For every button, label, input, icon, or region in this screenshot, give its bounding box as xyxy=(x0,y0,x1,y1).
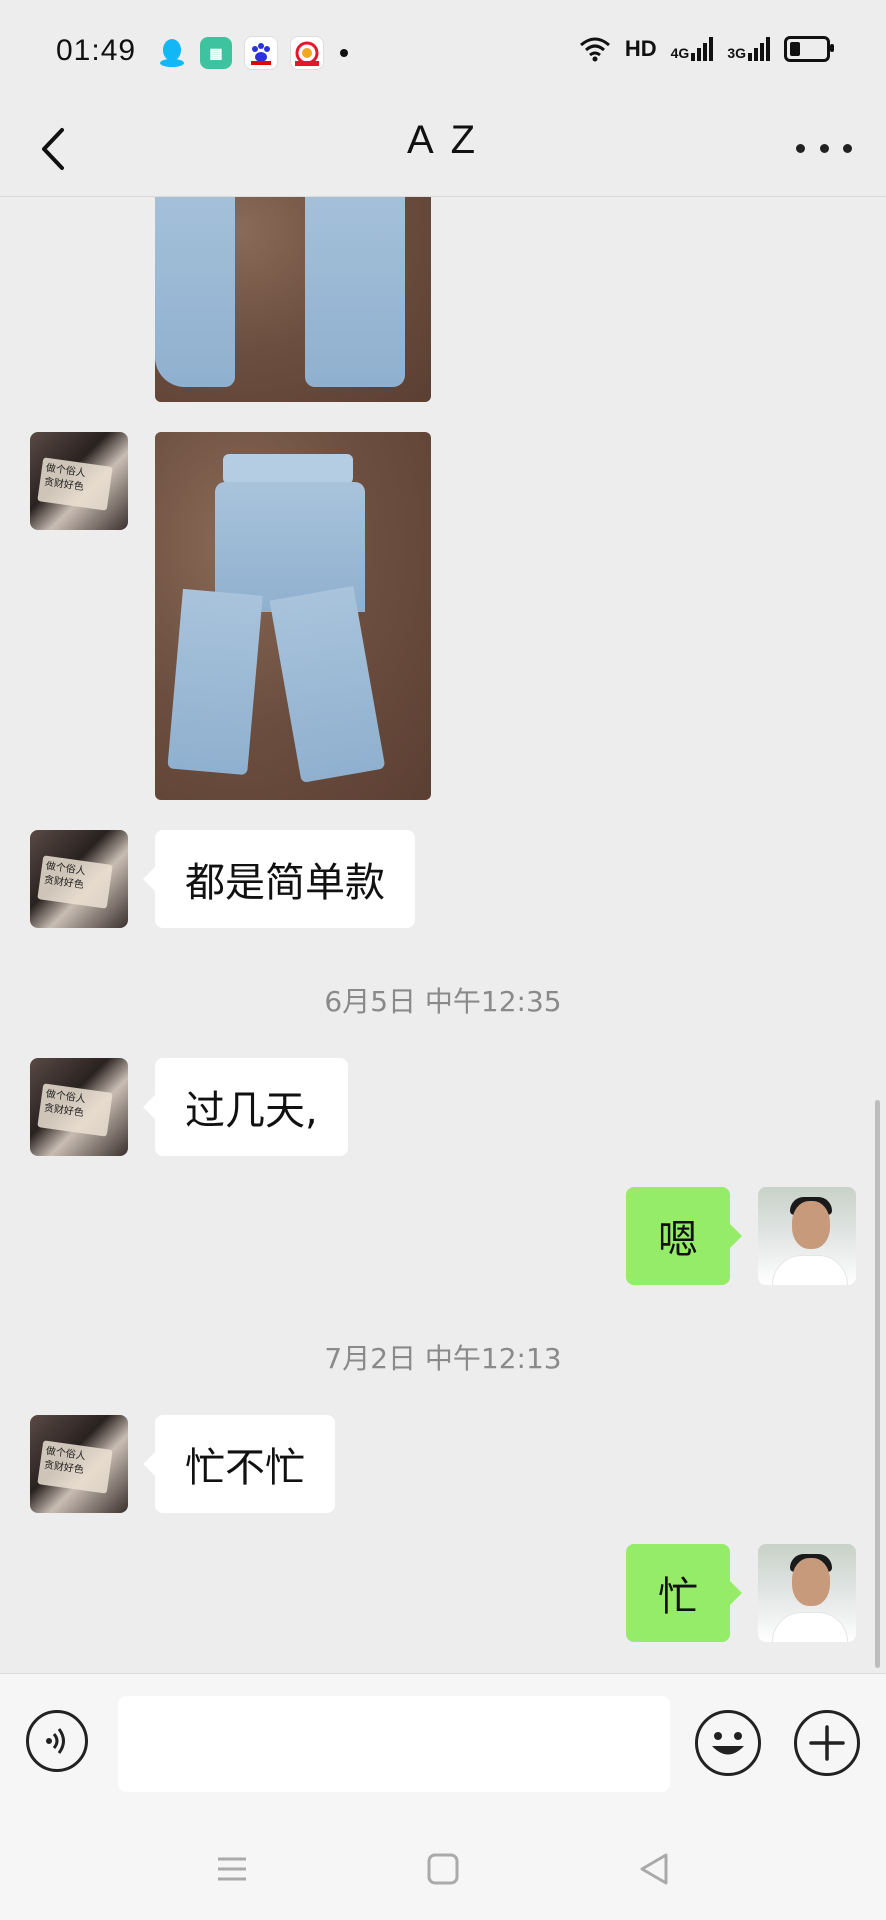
more-features-button[interactable] xyxy=(794,1710,860,1776)
message-bubble-received[interactable]: 过几天, xyxy=(143,1058,348,1156)
home-icon[interactable] xyxy=(423,1849,463,1889)
message-bubble-received[interactable]: 忙不忙 xyxy=(143,1415,335,1513)
app-store-icon: ▦ xyxy=(200,37,232,69)
my-avatar[interactable] xyxy=(758,1544,856,1642)
dot-icon xyxy=(843,143,852,153)
emoji-icon xyxy=(712,1732,744,1755)
message-list[interactable]: 做个俗人 贪财好色 做个俗人 贪财好色 都是简单款 6月5日 中午12:35 做个俗… xyxy=(0,197,886,1673)
status-bar: 01:49 ▦ HD 4G 3G xyxy=(0,0,886,100)
chat-scrollbar[interactable] xyxy=(875,1100,880,1668)
input-bar xyxy=(0,1673,886,1814)
dot-icon xyxy=(819,143,829,153)
back-triangle-icon[interactable] xyxy=(634,1849,674,1889)
qq-icon xyxy=(156,37,188,69)
message-bubble-sent[interactable]: 嗯 xyxy=(626,1187,742,1285)
message-bubble-sent[interactable]: 忙 xyxy=(626,1544,742,1642)
emoji-button[interactable] xyxy=(695,1710,761,1776)
voice-icon xyxy=(46,1728,65,1754)
baidu-icon xyxy=(244,36,278,70)
system-icons: HD 4G 3G xyxy=(579,36,834,62)
contact-avatar[interactable]: 做个俗人 贪财好色 xyxy=(30,1058,128,1156)
signal-bars-icon xyxy=(748,37,770,61)
signal-3g: 3G xyxy=(727,37,770,61)
hd-label: HD xyxy=(624,36,657,61)
contact-avatar[interactable]: 做个俗人 贪财好色 xyxy=(30,1415,128,1513)
message-timestamp: 6月5日 中午12:35 xyxy=(324,985,562,1018)
notification-icons: ▦ xyxy=(156,36,348,70)
message-image[interactable] xyxy=(155,197,431,402)
status-time: 01:49 xyxy=(56,34,137,67)
battery-icon xyxy=(784,36,834,62)
menu-icon[interactable] xyxy=(212,1849,252,1889)
signal-4g: 4G xyxy=(671,37,714,61)
more-notifications-dot xyxy=(340,49,348,57)
message-image[interactable] xyxy=(155,432,431,800)
plus-icon xyxy=(809,1725,845,1761)
dot-icon xyxy=(796,143,805,153)
signal-bars-icon xyxy=(691,37,714,61)
wifi-icon xyxy=(579,37,610,62)
message-input[interactable] xyxy=(118,1696,670,1792)
weibo-icon xyxy=(290,36,324,70)
message-timestamp: 7月2日 中午12:13 xyxy=(324,1342,562,1375)
system-nav-bar xyxy=(0,1813,886,1920)
my-avatar[interactable] xyxy=(758,1187,856,1285)
contact-avatar[interactable]: 做个俗人 贪财好色 xyxy=(30,432,128,530)
voice-input-button[interactable] xyxy=(26,1710,88,1772)
chat-title: A Z xyxy=(406,118,480,162)
message-bubble-received[interactable]: 都是简单款 xyxy=(143,830,415,928)
chat-header: A Z xyxy=(0,100,886,197)
more-options-button[interactable] xyxy=(796,130,852,166)
contact-avatar[interactable]: 做个俗人 贪财好色 xyxy=(30,830,128,928)
